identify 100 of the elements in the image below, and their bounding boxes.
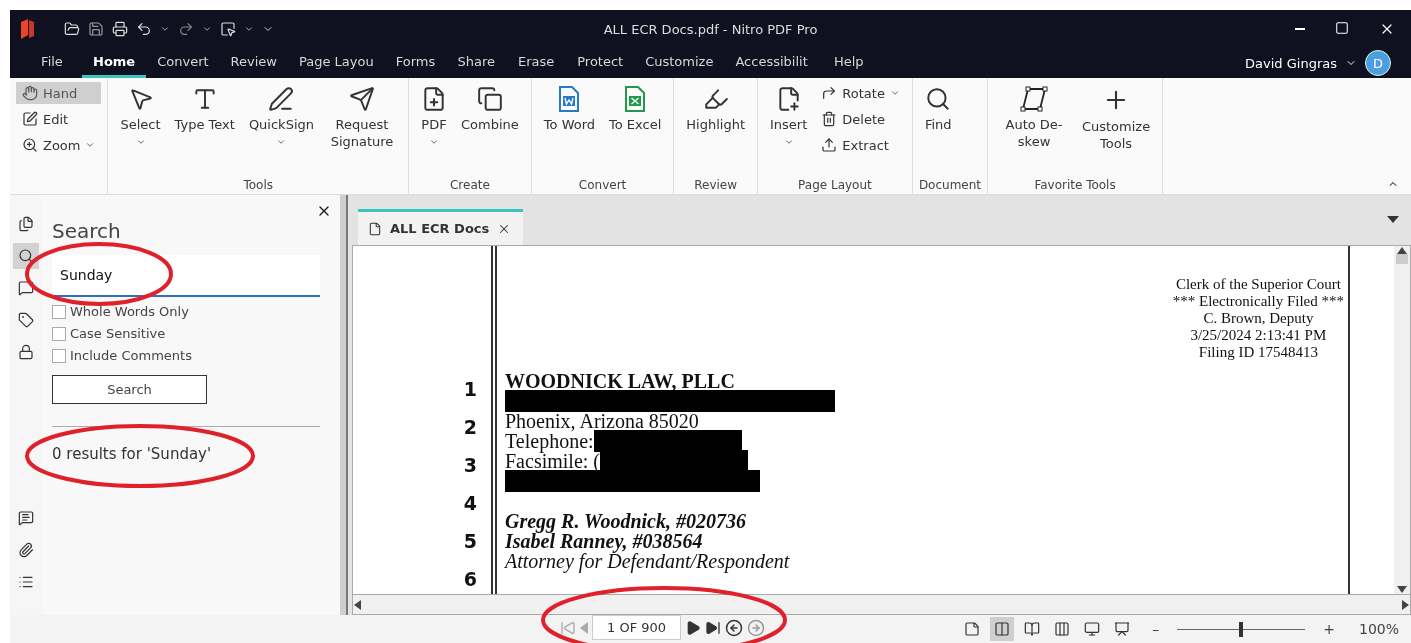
back-button[interactable] [725, 618, 744, 637]
ribbon-button[interactable]: Request Signature [322, 82, 402, 154]
menu-tab[interactable]: Protect [566, 48, 635, 78]
menu-tab[interactable]: Forms [384, 48, 447, 78]
document-tab[interactable]: ALL ECR Docs [358, 209, 524, 245]
group-label: Review [693, 178, 739, 192]
zoom-out-button[interactable]: – [1152, 621, 1160, 637]
group-label: Document [918, 178, 982, 192]
menu-tab[interactable]: Share [446, 48, 507, 78]
line-number: 3 [463, 454, 477, 476]
dropdown-icon[interactable] [1387, 216, 1399, 224]
save-icon [88, 21, 104, 37]
trash-icon [821, 111, 838, 127]
ribbon-button[interactable]: Edit [16, 108, 102, 130]
paperclip-icon [18, 542, 34, 558]
menu-tab[interactable]: Review [219, 48, 288, 78]
page-number-field[interactable]: 1 OF 900 [592, 615, 682, 640]
line-number: 4 [463, 492, 477, 514]
slider-thumb[interactable] [1239, 621, 1244, 637]
checkbox-label: Whole Words Only [70, 304, 189, 319]
checkbox[interactable] [52, 326, 66, 341]
ribbon-button[interactable]: Hand [16, 82, 102, 104]
horizontal-scrollbar[interactable] [352, 595, 1411, 615]
deskew-icon [1020, 86, 1049, 112]
comment-icon [18, 280, 34, 296]
ribbon-button[interactable]: To Excel [603, 82, 668, 137]
next-page-button[interactable] [685, 619, 702, 636]
ribbon-button[interactable]: Combine [455, 82, 525, 137]
menu-tab[interactable]: Convert [146, 48, 220, 78]
single-page-icon [964, 621, 981, 637]
window-title: ALL ECR Docs.pdf - Nitro PDF Pro [602, 21, 819, 37]
scroll-up-icon[interactable] [1397, 246, 1407, 254]
ribbon-button[interactable]: Type Text [168, 82, 241, 137]
highlighter-icon [702, 86, 729, 112]
line-number: 1 [463, 378, 477, 400]
paper-plane-icon [349, 86, 375, 112]
ribbon-button[interactable]: Select [114, 82, 167, 151]
panel-splitter[interactable] [340, 195, 348, 615]
last-page-button[interactable] [705, 619, 722, 636]
ribbon-button[interactable]: Delete [815, 108, 906, 130]
caret-icon [160, 24, 170, 34]
zoom-reading: 100% [1358, 621, 1399, 637]
combine-icon [476, 86, 503, 112]
hand-icon [22, 85, 38, 101]
document-text: Attorney for Defendant/Respondent [505, 551, 790, 571]
view-mode-button[interactable] [990, 617, 1015, 641]
document-text: Telephone: [505, 431, 594, 451]
scroll-right-icon[interactable] [1402, 599, 1410, 610]
checkbox[interactable] [52, 348, 66, 363]
search-field[interactable]: Sunday [52, 255, 320, 297]
line-number: 6 [463, 568, 477, 590]
continuous-icon [994, 621, 1011, 637]
ribbon-button[interactable]: QuickSign [242, 82, 320, 151]
app-logo [18, 18, 36, 40]
menu-tab[interactable]: Customize [634, 48, 725, 78]
group-label: Page Layout [797, 178, 873, 192]
word-file-icon [558, 86, 581, 112]
file-plus-icon [421, 86, 447, 112]
ribbon-button[interactable]: Find [918, 82, 958, 137]
filing-stamp-line: Filing ID 17548413 [1198, 344, 1318, 361]
group-label: Convert [577, 178, 628, 192]
scroll-left-icon[interactable] [353, 599, 361, 610]
filing-stamp-line: Clerk of the Superior Court [1175, 276, 1341, 293]
pen-icon [268, 86, 295, 112]
ribbon-button[interactable]: Highlight [680, 82, 751, 137]
menu-tab[interactable]: Accessibilit [724, 48, 819, 78]
filing-stamp-line: C. Brown, Deputy [1203, 310, 1314, 327]
ribbon-button[interactable]: Extract [815, 134, 906, 156]
two-page-icon [1024, 621, 1041, 637]
checkbox[interactable] [52, 304, 66, 319]
tag-icon [18, 312, 34, 328]
menu-tab[interactable]: File [22, 48, 82, 78]
vertical-scrollbar[interactable] [1394, 246, 1410, 594]
excel-file-icon [624, 86, 647, 112]
pages-icon [18, 216, 34, 232]
filing-stamp-line: *** Electronically Filed *** [1172, 293, 1344, 310]
checkbox-label: Case Sensitive [70, 326, 166, 341]
search-button[interactable]: Search [52, 375, 207, 404]
sidebar-button[interactable] [13, 243, 39, 269]
ribbon-button[interactable]: Insert [764, 82, 814, 151]
ribbon-button[interactable]: Customize Tools [1076, 82, 1157, 156]
group-label: Create [448, 178, 491, 192]
comment-icon [18, 510, 34, 526]
ribbon-button[interactable]: To Word [537, 82, 602, 137]
menu-tab[interactable]: Help [818, 48, 879, 78]
user-name[interactable]: David Gingras [1245, 55, 1337, 71]
result-text: 0 results for 'Sunday' [52, 445, 212, 463]
file-icon [368, 221, 382, 236]
ribbon-button[interactable]: Zoom [16, 134, 102, 156]
ribbon-button[interactable]: PDF [415, 82, 453, 151]
scroll-thumb[interactable] [1396, 254, 1408, 264]
menu-tab[interactable]: Page Layou [288, 48, 385, 78]
menu-tab[interactable]: Erase [506, 48, 567, 78]
ribbon-button[interactable]: Rotate [815, 82, 906, 104]
monitor-icon [1084, 621, 1101, 637]
filing-stamp-line: 3/25/2024 2:13:41 PM [1190, 327, 1327, 344]
ribbon-button[interactable]: Auto De-skew [994, 82, 1075, 154]
presentation-icon [1114, 621, 1131, 637]
zoom-in-button[interactable]: + [1323, 621, 1335, 637]
document-text: WOODNICK LAW, PLLC [505, 371, 735, 391]
